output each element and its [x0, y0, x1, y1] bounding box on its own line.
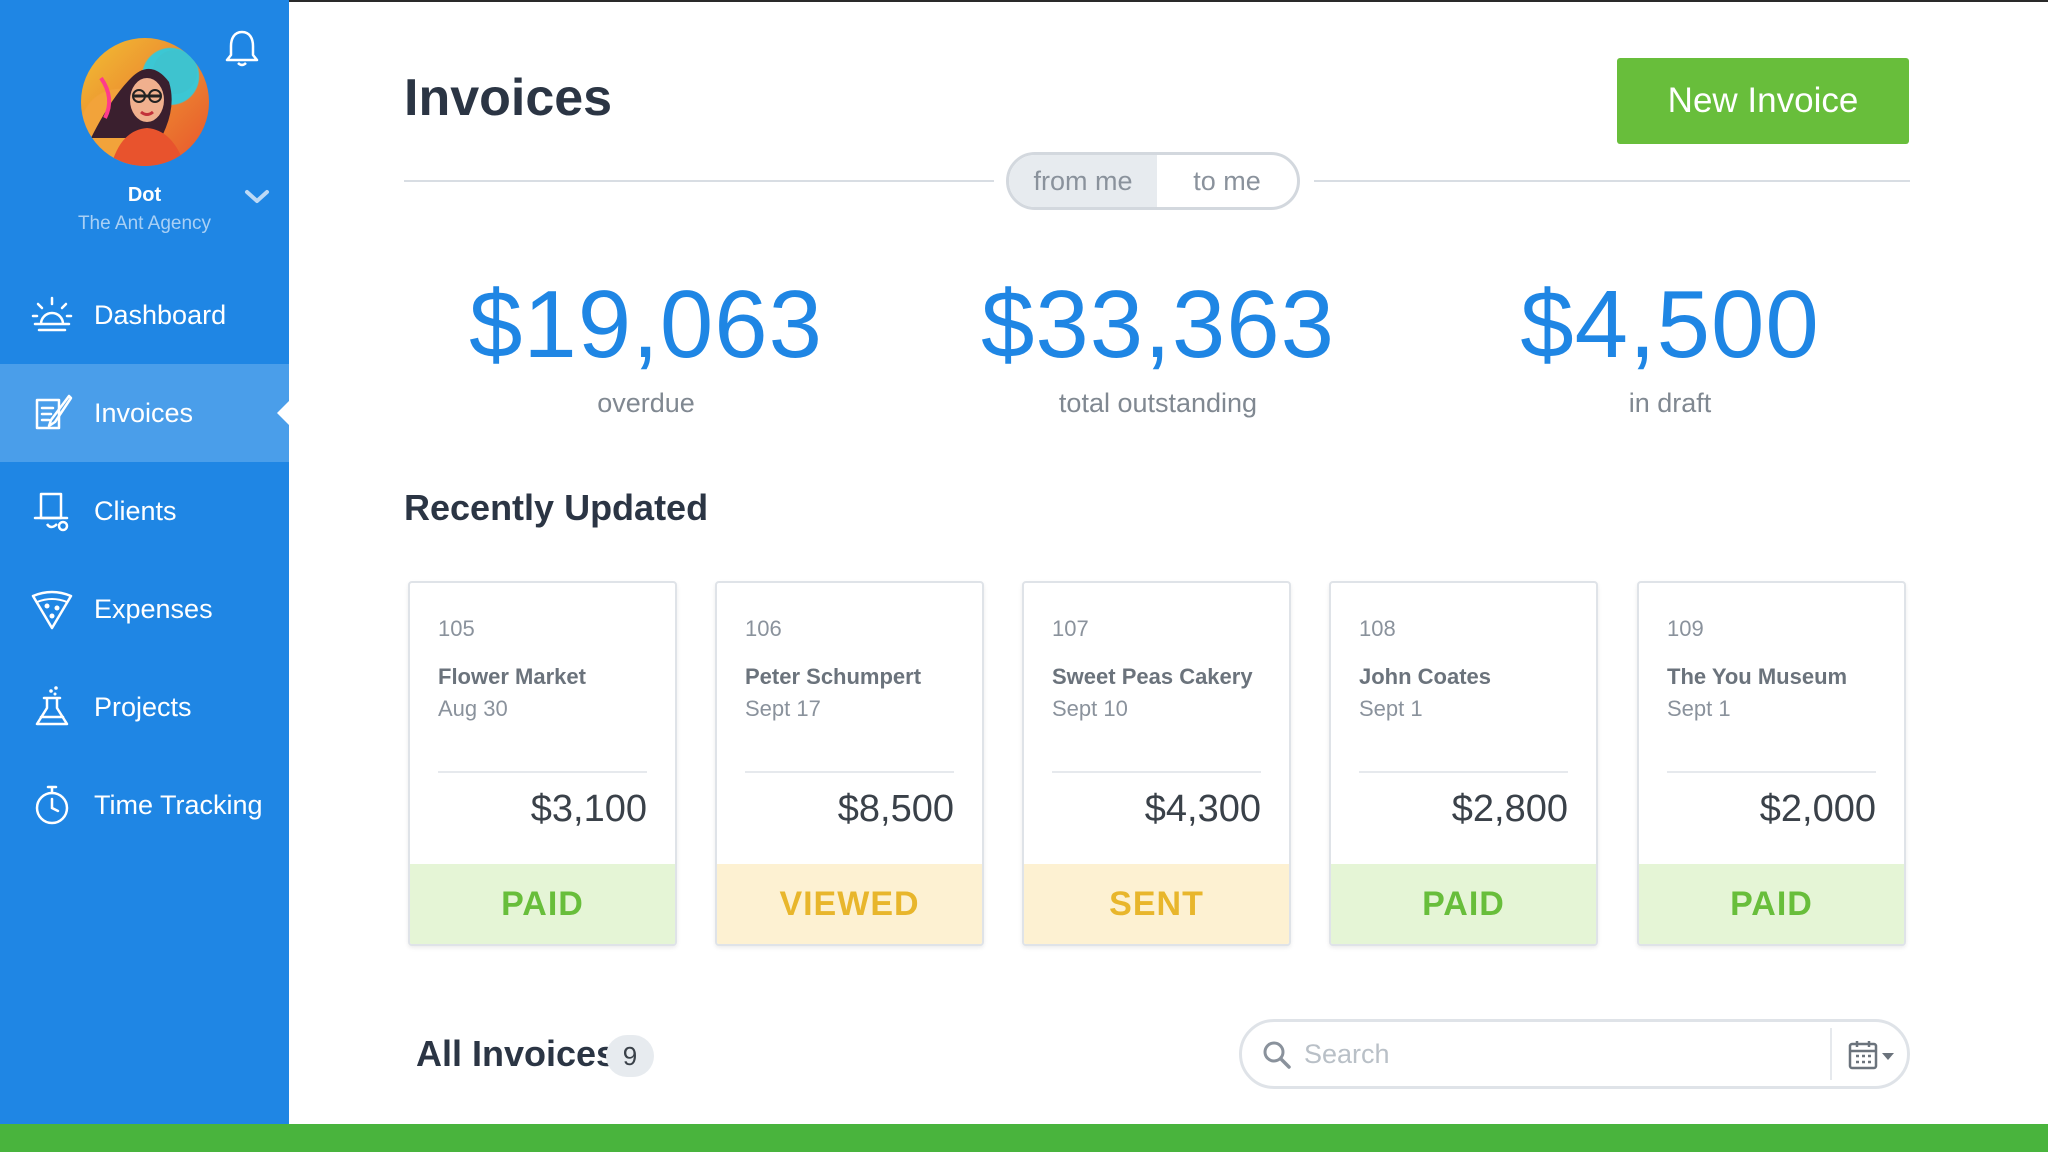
stat-amount: $19,063: [468, 271, 823, 378]
sidebar: Dot The Ant Agency Dashboard Invoices Cl…: [0, 0, 289, 1124]
invoice-card[interactable]: 105 Flower Market Aug 30 $3,100 PAID: [408, 581, 677, 946]
search-icon: [1263, 1041, 1291, 1069]
divider-left: [404, 180, 994, 182]
status-badge: PAID: [1639, 864, 1904, 944]
invoice-amount: $4,300: [1144, 788, 1261, 830]
toggle-to-me[interactable]: to me: [1157, 155, 1297, 207]
status-badge: VIEWED: [717, 864, 982, 944]
invoice-number: 105: [438, 616, 475, 641]
sidebar-item-label: Projects: [94, 691, 192, 722]
page-title: Invoices: [404, 69, 613, 127]
invoice-date: Sept 1: [1667, 696, 1731, 721]
invoice-quill-icon: [24, 385, 80, 441]
search-divider: [1830, 1028, 1832, 1080]
sidebar-item-label: Invoices: [94, 397, 194, 428]
invoice-date: Aug 30: [438, 696, 508, 721]
calendar-dropdown-icon[interactable]: [1846, 1038, 1898, 1072]
sidebar-item-invoices[interactable]: Invoices: [0, 364, 289, 462]
chevron-down-icon[interactable]: [244, 188, 270, 206]
invoice-number: 109: [1667, 616, 1704, 641]
all-invoices-title: All Invoices: [416, 1033, 617, 1074]
invoice-amount: $2,800: [1451, 788, 1568, 830]
bottom-status-bar: [0, 1124, 2048, 1152]
status-badge: SENT: [1024, 864, 1289, 944]
invoice-card[interactable]: 106 Peter Schumpert Sept 17 $8,500 VIEWE…: [715, 581, 984, 946]
sidebar-item-clients[interactable]: Clients: [0, 462, 289, 560]
expenses-pizza-icon: [24, 581, 80, 637]
search-input[interactable]: [1304, 1032, 1804, 1076]
invoice-amount: $8,500: [837, 788, 954, 830]
status-badge: PAID: [1331, 864, 1596, 944]
invoice-date: Sept 10: [1052, 696, 1128, 721]
projects-flask-icon: [24, 679, 80, 735]
bell-icon[interactable]: [224, 28, 260, 68]
sunrise-icon: [24, 287, 80, 343]
sidebar-item-label: Dashboard: [94, 299, 227, 330]
recently-updated-title: Recently Updated: [404, 487, 709, 528]
stat-amount: $33,363: [980, 271, 1335, 378]
invoice-client: John Coates: [1359, 664, 1492, 689]
sidebar-item-projects[interactable]: Projects: [0, 658, 289, 756]
stat-total-outstanding[interactable]: $33,363 total outstanding: [938, 270, 1378, 419]
card-divider: [1359, 771, 1568, 773]
status-badge: PAID: [410, 864, 675, 944]
toggle-from-me[interactable]: from me: [1009, 155, 1157, 207]
stat-label: overdue: [597, 388, 695, 418]
stat-amount: $4,500: [1520, 271, 1820, 378]
invoice-date: Sept 17: [745, 696, 821, 721]
invoice-number: 108: [1359, 616, 1396, 641]
invoice-client: Peter Schumpert: [745, 664, 922, 689]
stopwatch-icon: [24, 777, 80, 833]
invoice-amount: $3,100: [530, 788, 647, 830]
stat-label: total outstanding: [1058, 388, 1258, 418]
invoice-card[interactable]: 107 Sweet Peas Cakery Sept 10 $4,300 SEN…: [1022, 581, 1291, 946]
avatar-portrait: [91, 50, 197, 166]
sidebar-item-time-tracking[interactable]: Time Tracking: [0, 756, 289, 854]
invoice-count-badge: 9: [606, 1035, 654, 1077]
invoice-date: Sept 1: [1359, 696, 1423, 721]
sidebar-item-dashboard[interactable]: Dashboard: [0, 266, 289, 364]
invoice-client: Flower Market: [438, 664, 586, 689]
direction-toggle: from me to me: [1006, 152, 1300, 210]
invoice-number: 106: [745, 616, 782, 641]
divider-right: [1314, 180, 1910, 182]
sidebar-item-label: Expenses: [94, 593, 213, 624]
avatar[interactable]: [81, 38, 209, 166]
stat-in-draft[interactable]: $4,500 in draft: [1450, 270, 1890, 419]
sidebar-item-expenses[interactable]: Expenses: [0, 560, 289, 658]
new-invoice-button[interactable]: New Invoice: [1617, 58, 1909, 144]
user-organization: The Ant Agency: [77, 213, 212, 234]
stat-overdue[interactable]: $19,063 overdue: [426, 270, 866, 419]
search-box: [1239, 1019, 1910, 1089]
card-divider: [1052, 771, 1261, 773]
stat-label: in draft: [1628, 388, 1712, 418]
card-divider: [438, 771, 647, 773]
invoice-number: 107: [1052, 616, 1089, 641]
invoice-card[interactable]: 109 The You Museum Sept 1 $2,000 PAID: [1637, 581, 1906, 946]
invoice-client: The You Museum: [1667, 664, 1848, 689]
invoice-amount: $2,000: [1759, 788, 1876, 830]
invoice-client: Sweet Peas Cakery: [1052, 664, 1253, 689]
sidebar-item-label: Clients: [94, 495, 177, 526]
sidebar-item-label: Time Tracking: [94, 789, 263, 820]
client-hat-icon: [24, 483, 80, 539]
card-divider: [1667, 771, 1876, 773]
invoice-card[interactable]: 108 John Coates Sept 1 $2,800 PAID: [1329, 581, 1598, 946]
card-divider: [745, 771, 954, 773]
top-border: [0, 0, 2048, 2]
